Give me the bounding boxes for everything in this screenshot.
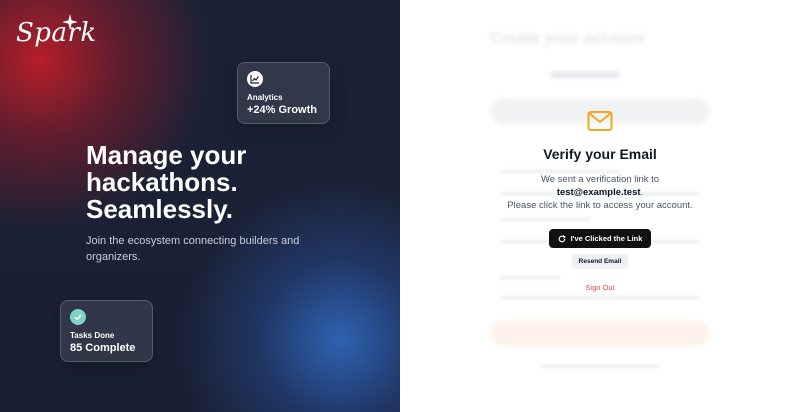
form-footer-line [540,365,660,368]
verify-message-line: Please click the link to access your acc… [507,200,693,211]
headline-line: hackathons. [86,167,238,197]
tasks-value: 85 Complete [70,342,136,354]
sparkle-icon [62,14,78,30]
form-title: Create your account [490,30,645,47]
resend-email-button[interactable]: Resend Email [571,254,629,269]
tasks-card: Tasks Done 85 Complete [60,300,153,362]
brand-logo: Spark [16,18,97,48]
sign-out-link[interactable]: Sign Out [400,283,800,292]
hero-panel: Spark Manage your hackathons. Seamlessly… [0,0,400,412]
headline-line: Manage your [86,140,247,170]
check-icon [70,309,86,325]
verify-email-line: test@example.test. [556,187,644,198]
confirm-clicked-link-button[interactable]: I've Clicked the Link [548,229,652,248]
form-field-line [500,296,700,299]
verify-title: Verify your Email [543,146,657,162]
verify-message-line: We sent a verification link to [540,174,660,185]
chart-icon [247,71,263,87]
hero-subline: Join the ecosystem connecting builders a… [86,235,300,263]
analytics-value: +24% Growth [247,104,317,116]
analytics-label: Analytics [247,93,283,102]
refresh-icon [558,234,566,242]
verify-email: test@example.test [556,187,641,198]
analytics-card: Analytics +24% Growth [237,62,330,124]
form-submit-button [490,320,710,346]
hero-headline: Manage your hackathons. Seamlessly. [86,142,376,223]
verify-message: We sent a verification link to test@exam… [400,173,800,212]
confirm-button-label: I've Clicked the Link [570,234,643,243]
verify-email-dialog: Verify your Email We sent a verification… [400,110,800,292]
form-placeholder-text [550,70,620,80]
tasks-label: Tasks Done [70,331,115,340]
mail-icon [587,111,613,131]
headline-line: Seamlessly. [86,194,233,224]
